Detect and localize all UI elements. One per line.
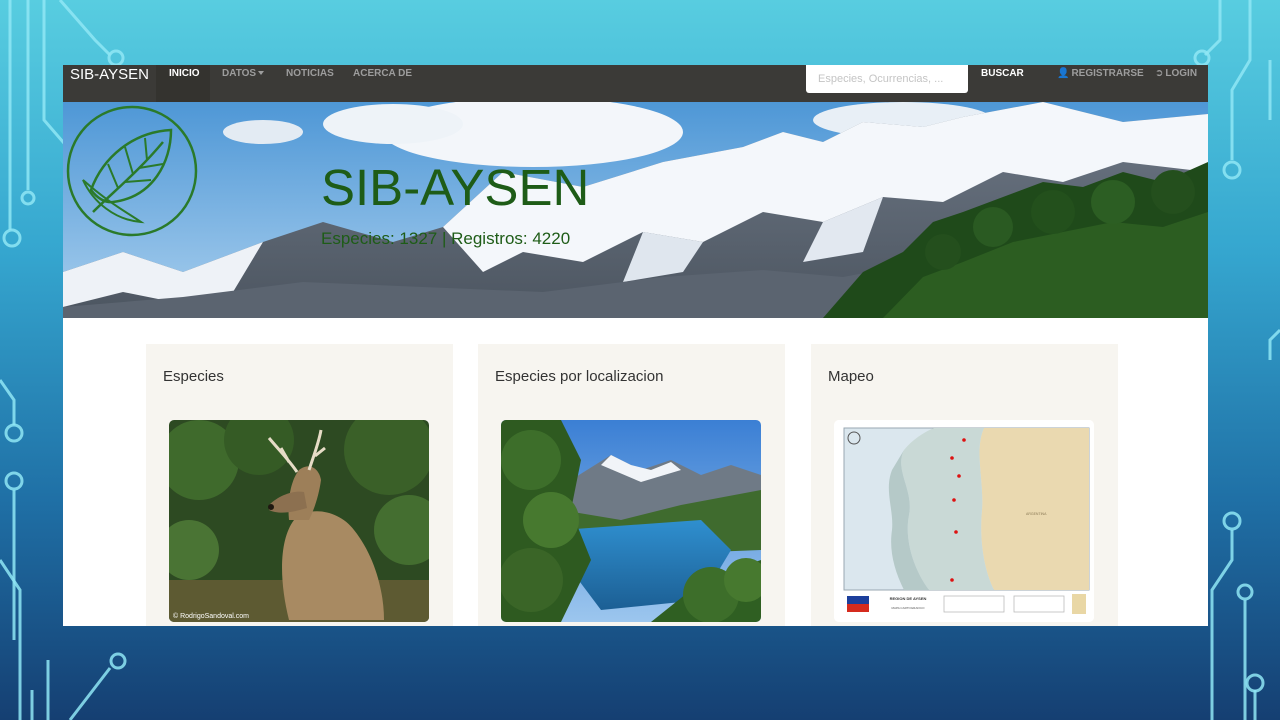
card-mapeo-title: Mapeo — [828, 368, 874, 385]
hero-banner: SIB-AYSEN Especies: 1327 | Registros: 42… — [63, 102, 1208, 318]
login-icon: ➲ — [1155, 68, 1164, 79]
caret-down-icon — [258, 71, 265, 76]
map-title: REGION DE AYSEN — [889, 596, 927, 601]
photo-credit: © RodrigoSandoval.com — [173, 613, 249, 620]
nav-item-datos[interactable]: DATOS — [222, 65, 265, 102]
navbar-brand[interactable]: SIB-AYSEN — [70, 66, 149, 103]
nav-item-noticias[interactable]: NOTICIAS — [286, 65, 334, 102]
map-subtitle: MAPA CARTOGRAFICO — [891, 606, 925, 610]
register-label: REGISTRARSE — [1071, 68, 1144, 79]
login-label: LOGIN — [1165, 68, 1198, 79]
nav-item-datos-label: DATOS — [222, 68, 257, 79]
search-input[interactable] — [806, 65, 968, 93]
card-localizacion-title: Especies por localizacion — [495, 368, 664, 385]
top-navbar: SIB-AYSEN INICIO DATOS NOTICIAS ACERCA D… — [63, 65, 1208, 102]
deer-photo[interactable]: © RodrigoSandoval.com — [169, 420, 429, 622]
user-icon: 👤 — [1057, 68, 1070, 79]
nav-item-acerca-de[interactable]: ACERCA DE — [353, 65, 412, 102]
hero-title: SIB-AYSEN — [321, 159, 590, 216]
search-button[interactable]: BUSCAR — [981, 65, 1024, 83]
website-screenshot: SIB-AYSEN INICIO DATOS NOTICIAS ACERCA D… — [63, 65, 1208, 626]
mountain-landscape-image — [63, 102, 1208, 318]
sib-aysen-logo — [66, 105, 198, 237]
card-especies-por-localizacion[interactable]: Especies por localizacion — [478, 344, 785, 626]
region-map[interactable]: REGION DE AYSEN MAPA CARTOGRAFICO ARGENT… — [834, 420, 1094, 622]
card-especies[interactable]: Especies © RodrigoSandoval.com — [146, 344, 453, 626]
card-mapeo[interactable]: Mapeo REGION DE AYSEN MAPA CARTOGRAFICO … — [811, 344, 1118, 626]
hero-stats: Especies: 1327 | Registros: 4220 — [321, 229, 571, 248]
map-area-label: ARGENTINA — [1026, 512, 1047, 516]
register-link[interactable]: 👤 REGISTRARSE — [1057, 65, 1144, 83]
card-especies-title: Especies — [163, 368, 224, 385]
login-link[interactable]: ➲ LOGIN — [1155, 65, 1197, 83]
nav-item-inicio[interactable]: INICIO — [156, 65, 210, 102]
river-landscape-photo[interactable] — [501, 420, 761, 622]
